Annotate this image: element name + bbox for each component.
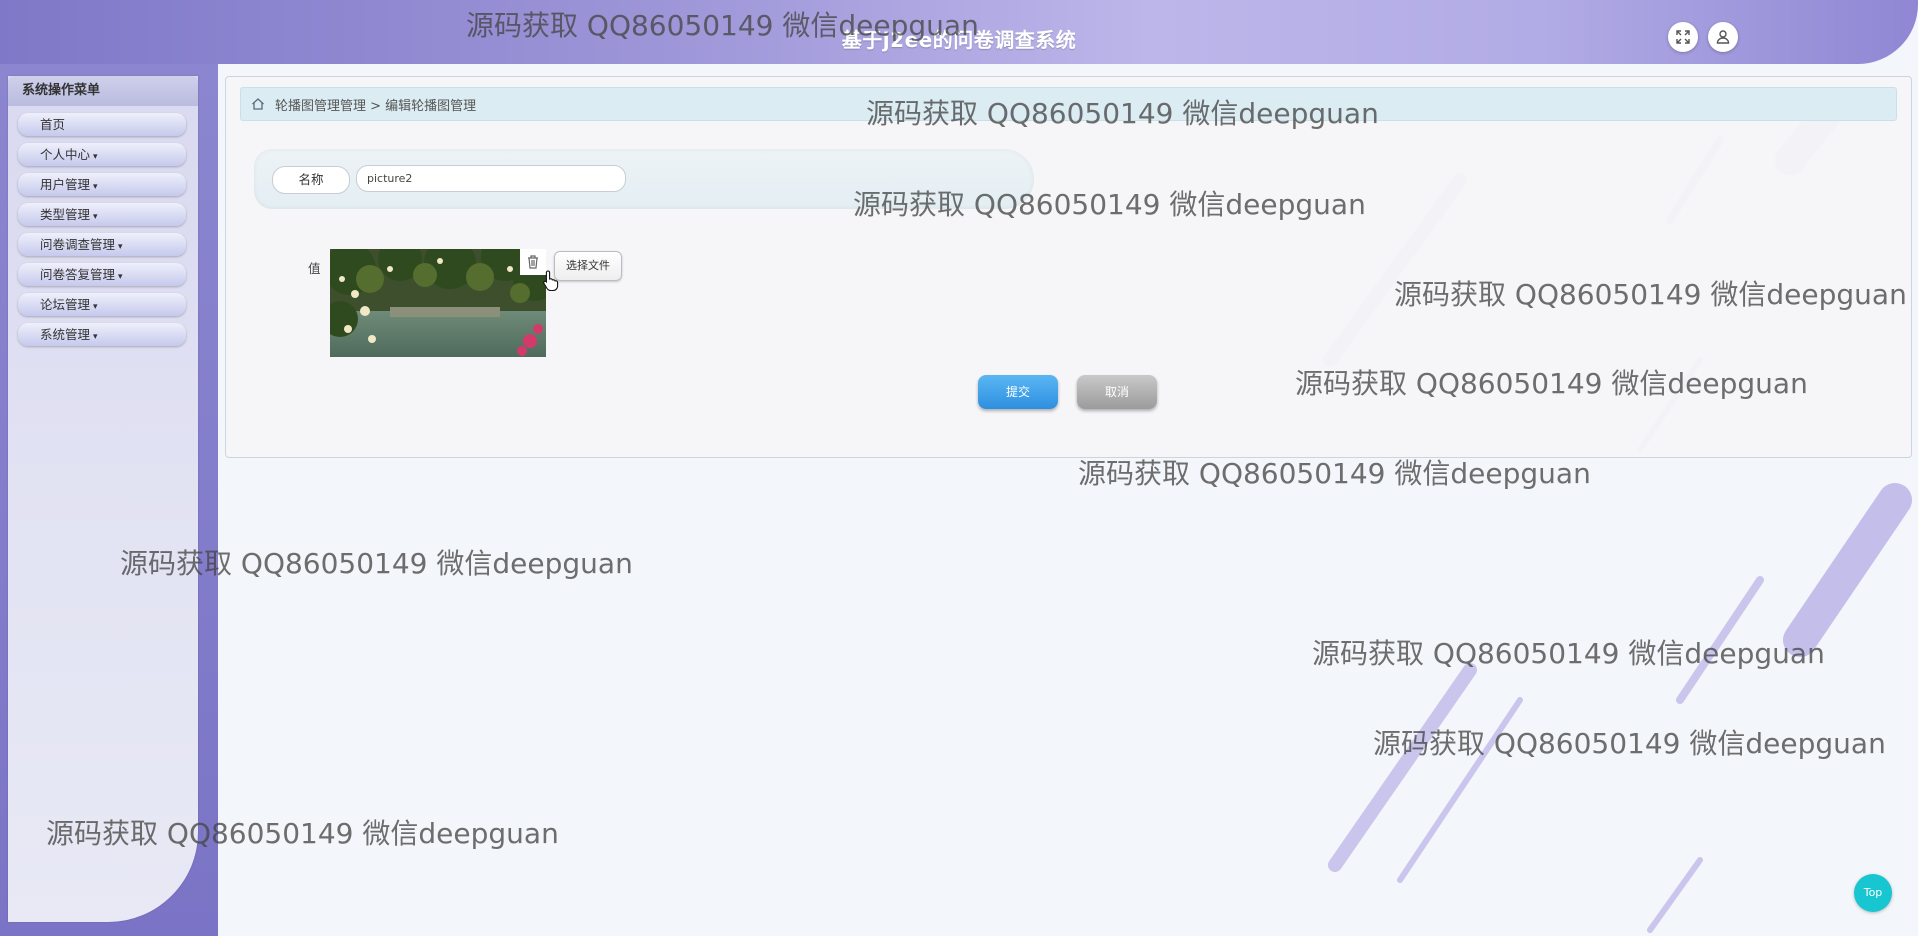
top-header: 基于j2ee的问卷调查系统 xyxy=(0,0,1918,64)
caret-down-icon: ▾ xyxy=(118,242,123,252)
app-title: 基于j2ee的问卷调查系统 xyxy=(841,28,1077,52)
user-button[interactable] xyxy=(1708,22,1738,52)
sidebar-title: 系统操作菜单 xyxy=(8,76,198,106)
sidebar-item-answer-management[interactable]: 问卷答复管理 ▾ xyxy=(18,263,186,286)
trash-icon xyxy=(528,255,538,269)
sidebar-item-label: 用户管理 xyxy=(40,177,91,192)
breadcrumb: 轮播图管理管理 > 编辑轮播图管理 xyxy=(240,87,1897,121)
sidebar-item-user-management[interactable]: 用户管理 ▾ xyxy=(18,173,186,196)
sidebar-item-system-management[interactable]: 系统管理 ▾ xyxy=(18,323,186,346)
sidebar-item-home[interactable]: 首页 xyxy=(18,113,186,136)
user-icon xyxy=(1716,30,1730,44)
fullscreen-button[interactable] xyxy=(1668,22,1698,52)
sidebar-item-type-management[interactable]: 类型管理 ▾ xyxy=(18,203,186,226)
submit-button[interactable]: 提交 xyxy=(978,375,1058,409)
carousel-image-thumbnail xyxy=(330,249,546,357)
caret-down-icon: ▾ xyxy=(93,152,98,162)
sidebar-item-label: 类型管理 xyxy=(40,207,91,222)
sidebar-item-label: 个人中心 xyxy=(40,147,91,162)
sidebar: 系统操作菜单 首页 个人中心 ▾ 用户管理 ▾ 类型管理 ▾ 问卷调查管理 ▾ 问卷答复… xyxy=(8,76,198,922)
choose-file-button[interactable]: 选择文件 xyxy=(554,251,622,281)
sidebar-item-label: 系统管理 xyxy=(40,327,91,342)
watermark: 源码获取 QQ86050149 微信deepguan xyxy=(1312,637,1825,670)
edit-panel: 轮播图管理管理 > 编辑轮播图管理 名称 值 xyxy=(225,76,1912,458)
fullscreen-icon xyxy=(1676,30,1690,44)
watermark: 源码获取 QQ86050149 微信deepguan xyxy=(1078,457,1591,490)
cancel-button[interactable]: 取消 xyxy=(1077,375,1157,409)
caret-down-icon: ▾ xyxy=(93,182,98,192)
sidebar-item-label: 问卷调查管理 xyxy=(40,237,116,252)
hand-cursor-icon xyxy=(543,270,559,291)
caret-down-icon: ▾ xyxy=(118,272,123,282)
sidebar-item-personal-center[interactable]: 个人中心 ▾ xyxy=(18,143,186,166)
caret-down-icon: ▾ xyxy=(93,302,98,312)
caret-down-icon: ▾ xyxy=(93,212,98,222)
sidebar-item-forum-management[interactable]: 论坛管理 ▾ xyxy=(18,293,186,316)
sidebar-item-survey-management[interactable]: 问卷调查管理 ▾ xyxy=(18,233,186,256)
scroll-top-button[interactable]: Top xyxy=(1854,874,1892,912)
sidebar-item-label: 问卷答复管理 xyxy=(40,267,116,282)
name-input[interactable] xyxy=(356,165,626,192)
home-icon[interactable] xyxy=(251,97,265,111)
sidebar-menu: 首页 个人中心 ▾ 用户管理 ▾ 类型管理 ▾ 问卷调查管理 ▾ 问卷答复管理 ▾ 论坛管… xyxy=(8,113,198,346)
name-form-row: 名称 xyxy=(254,149,1034,209)
sidebar-item-label: 论坛管理 xyxy=(40,297,91,312)
breadcrumb-path: 轮播图管理管理 > 编辑轮播图管理 xyxy=(275,98,477,114)
caret-down-icon: ▾ xyxy=(93,332,98,342)
watermark: 源码获取 QQ86050149 微信deepguan xyxy=(1373,727,1886,760)
value-label: 值 xyxy=(308,261,321,276)
sidebar-item-label: 首页 xyxy=(40,117,66,132)
name-label: 名称 xyxy=(272,166,350,194)
